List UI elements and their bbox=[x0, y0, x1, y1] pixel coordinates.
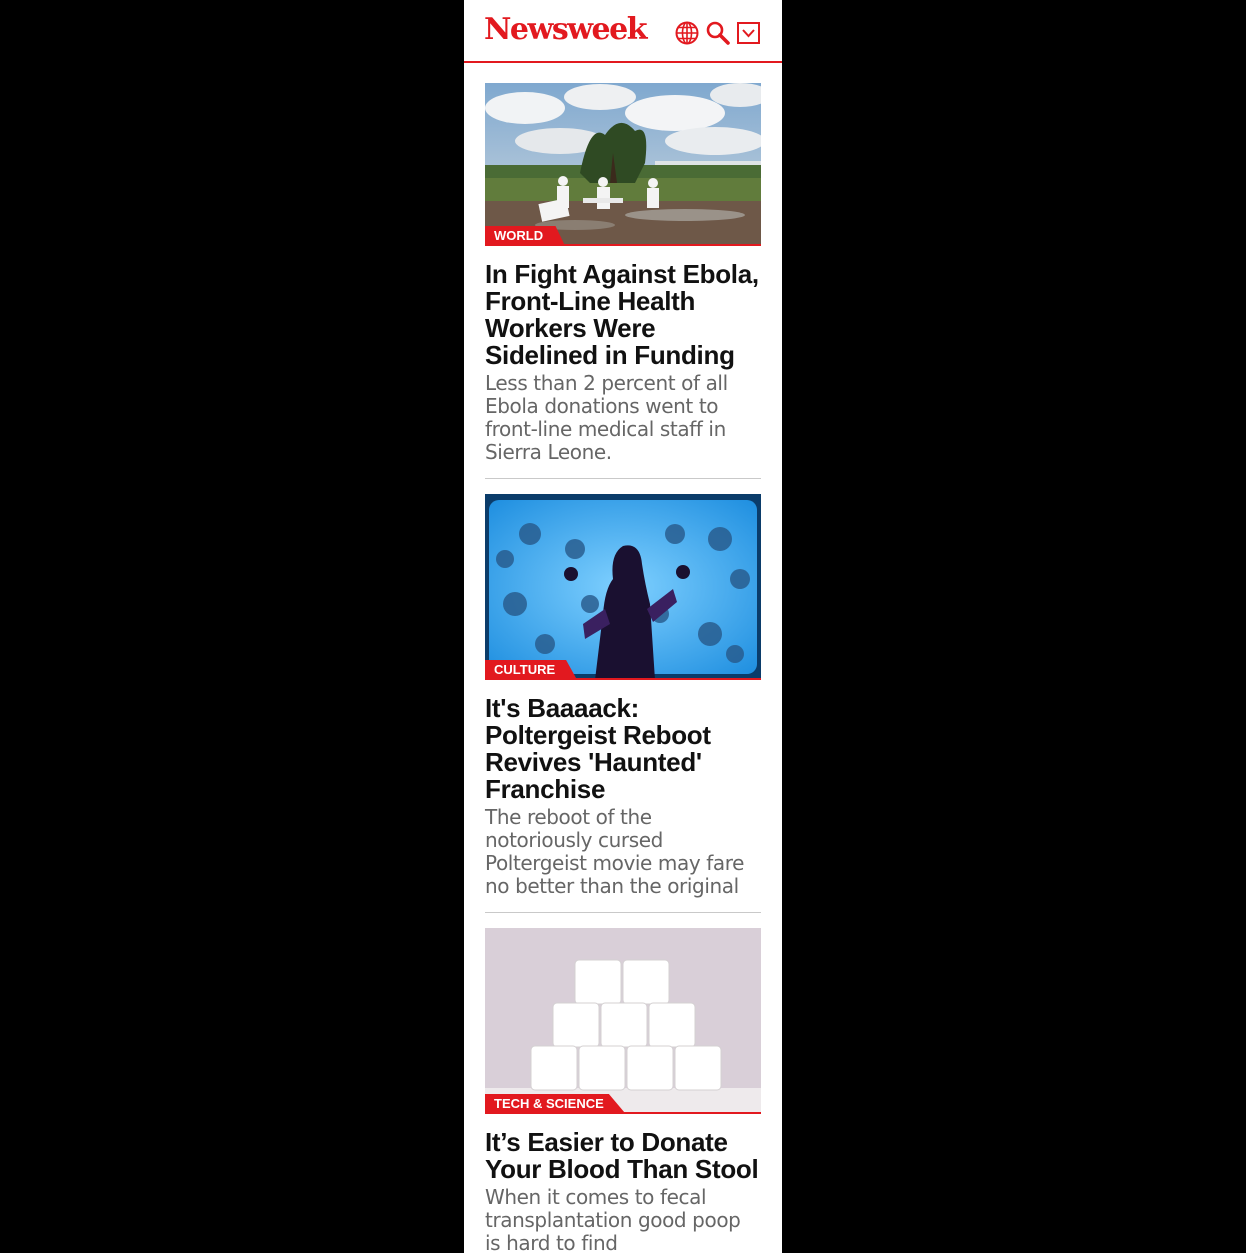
article-headline[interactable]: It’s Easier to Donate Your Blood Than St… bbox=[485, 1129, 761, 1183]
image-underline bbox=[485, 1112, 761, 1114]
section-tag[interactable]: CULTURE bbox=[485, 660, 578, 680]
article-image-poltergeist[interactable]: CULTURE bbox=[485, 494, 761, 680]
ebola-photo bbox=[485, 83, 761, 246]
article-headline[interactable]: It's Baaaack: Poltergeist Reboot Revives… bbox=[485, 695, 761, 803]
image-underline bbox=[485, 678, 761, 680]
article-feed: WORLD In Fight Against Ebola, Front-Line… bbox=[485, 83, 761, 1253]
newsweek-logo[interactable]: Newsweek bbox=[484, 11, 648, 49]
article-card[interactable]: WORLD In Fight Against Ebola, Front-Line… bbox=[485, 83, 761, 479]
toilet-paper-photo bbox=[485, 928, 761, 1114]
section-tag[interactable]: TECH & SCIENCE bbox=[485, 1094, 626, 1114]
article-summary: The reboot of the notoriously cursed Pol… bbox=[485, 805, 745, 898]
article-summary: When it comes to fecal transplantation g… bbox=[485, 1185, 741, 1253]
article-card[interactable]: CULTURE It's Baaaack: Poltergeist Reboot… bbox=[485, 494, 761, 913]
globe-icon[interactable] bbox=[674, 20, 700, 46]
image-underline bbox=[485, 244, 761, 246]
article-image-ebola[interactable]: WORLD bbox=[485, 83, 761, 246]
article-headline[interactable]: In Fight Against Ebola, Front-Line Healt… bbox=[485, 261, 761, 369]
article-card[interactable]: TECH & SCIENCE It’s Easier to Donate You… bbox=[485, 928, 761, 1253]
search-icon[interactable] bbox=[705, 20, 731, 46]
article-summary: Less than 2 percent of all Ebola donatio… bbox=[485, 371, 728, 464]
mobile-page: Newsweek WORLD In Fight Against Ebola, F… bbox=[464, 0, 782, 1253]
poltergeist-photo bbox=[485, 494, 761, 680]
site-header: Newsweek bbox=[464, 0, 782, 63]
section-tag[interactable]: WORLD bbox=[485, 226, 566, 246]
menu-dropdown-icon[interactable] bbox=[736, 20, 762, 46]
article-image-toilet-paper[interactable]: TECH & SCIENCE bbox=[485, 928, 761, 1114]
